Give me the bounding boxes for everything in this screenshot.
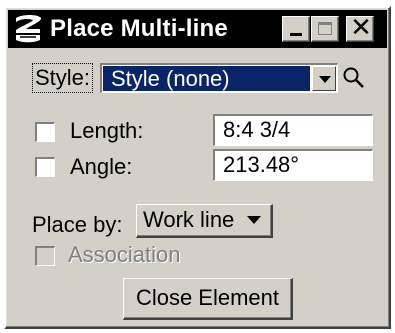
length-field[interactable]: 8:4 3/4	[213, 114, 373, 146]
window-title: Place Multi-line	[50, 15, 228, 42]
minimize-icon	[290, 33, 302, 36]
place-by-value: Work line	[143, 207, 235, 232]
style-dropdown-value: Style (none)	[103, 66, 310, 91]
app-logo-icon	[16, 15, 42, 43]
place-multiline-dialog: Place Multi-line ✕ Style: Style (none) L…	[4, 6, 391, 329]
style-dropdown-arrow[interactable]	[312, 66, 336, 91]
length-label: Length:	[70, 118, 144, 143]
maximize-button[interactable]	[311, 16, 339, 42]
chevron-down-icon	[319, 76, 331, 83]
title-bar[interactable]: Place Multi-line ✕	[8, 10, 387, 48]
length-checkbox[interactable]	[35, 122, 55, 142]
chevron-down-icon	[247, 216, 261, 224]
close-element-button[interactable]: Close Element	[123, 278, 293, 320]
place-by-label: Place by:	[32, 212, 123, 237]
place-by-dropdown[interactable]: Work line	[136, 204, 273, 238]
angle-checkbox[interactable]	[35, 157, 55, 177]
style-label-text: Style:	[35, 65, 91, 90]
style-dropdown[interactable]: Style (none)	[100, 63, 338, 93]
association-checkbox[interactable]	[35, 246, 55, 266]
style-label: Style:	[32, 63, 94, 93]
close-icon: ✕	[350, 12, 372, 42]
minimize-button[interactable]	[282, 16, 310, 42]
maximize-icon	[318, 22, 332, 35]
search-icon[interactable]	[342, 66, 366, 90]
angle-label: Angle:	[70, 154, 133, 179]
angle-field[interactable]: 213.48°	[213, 149, 373, 181]
close-button[interactable]: ✕	[346, 12, 374, 42]
association-label: Association	[68, 242, 181, 267]
